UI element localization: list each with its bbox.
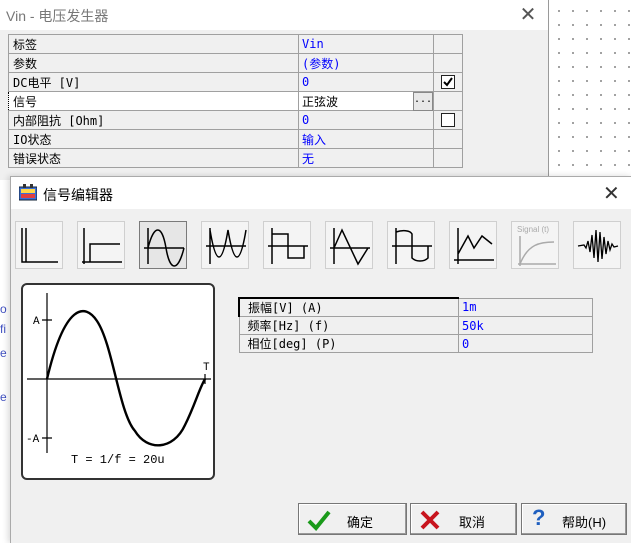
strip-letter: fi [0,322,6,336]
triangle-wave-button[interactable] [325,221,373,269]
voltage-generator-window: Vin - 电压发生器 ✕ 标签 Vin 参数 (参数) DC电平 [V] 0 … [0,0,549,180]
strip-letter: o [0,302,7,316]
property-extra [433,91,463,111]
property-value[interactable]: (参数) [298,53,434,73]
step-wave-icon [21,228,58,263]
property-value[interactable]: 无 [298,148,434,168]
abs-sine-wave-button[interactable] [201,221,249,269]
property-value[interactable]: 正弦波 ... [298,91,434,111]
dc-checkbox[interactable] [441,75,455,90]
signal-t-icon: Signal (t) [517,225,556,266]
help-label: 帮助(H) [562,515,607,530]
sine-square-wave-button[interactable] [387,221,435,269]
help-button[interactable]: ? 帮助(H) [521,503,627,535]
background-strip: o fi e e [0,180,10,542]
close-icon[interactable]: ✕ [515,3,541,27]
triangle-wave-icon [330,228,370,266]
cancel-label: 取消 [459,515,486,530]
property-value[interactable]: 0 [298,72,434,92]
signal-editor-dialog: 信号编辑器 ✕ Signal (t) A -A T T = 1/f = 20u … [10,176,631,543]
property-extra [433,34,463,54]
dialog-title-bar: 信号编辑器 ✕ [11,177,631,209]
param-key: 振幅[V] (A) [238,297,459,317]
param-key: 相位[deg] (P) [238,334,459,353]
property-key: 标签 [8,34,299,54]
cancel-button[interactable]: 取消 [410,503,517,535]
property-key: 错误状态 [8,148,299,168]
property-row-selected[interactable]: 信号 正弦波 ... [8,91,463,111]
signal-editor-icon [19,184,37,201]
property-value[interactable]: Vin [298,34,434,54]
property-key: 内部阻抗 [Ohm] [8,110,299,130]
property-extra [433,110,463,130]
waveform-preview: A -A T T = 1/f = 20u [21,283,215,480]
param-row[interactable]: 相位[deg] (P) 0 [238,334,593,353]
signal-params-table: 振幅[V] (A) 1m 频率[Hz] (f) 50k 相位[deg] (P) … [238,297,593,353]
sine-wave-button[interactable] [139,221,187,269]
property-key: IO状态 [8,129,299,149]
dialog-title: 信号编辑器 [43,187,113,203]
neg-a-label: -A [26,434,40,446]
piecewise-wave-button[interactable] [449,221,497,269]
step-wave-button[interactable] [15,221,63,269]
checkmark-icon [307,510,331,531]
property-key: 信号 [8,91,299,111]
param-key: 频率[Hz] (f) [238,316,459,335]
square-wave-icon [268,228,308,264]
close-icon[interactable]: ✕ [603,181,620,206]
strip-letter: e [0,346,7,360]
property-extra [433,148,463,168]
ok-label: 确定 [347,515,374,530]
param-value[interactable]: 0 [458,334,593,353]
a-label: A [33,316,40,328]
property-extra [433,53,463,73]
noise-wave-icon [577,229,619,263]
sine-square-wave-icon [392,228,432,264]
property-row[interactable]: 标签 Vin [8,34,463,54]
ok-button[interactable]: 确定 [298,503,407,535]
signal-t-label: Signal (t) [517,225,549,234]
window-title: Vin - 电压发生器 [6,8,109,24]
noise-wave-button[interactable] [573,221,621,269]
property-row[interactable]: IO状态 输入 [8,129,463,149]
property-row[interactable]: 错误状态 无 [8,148,463,168]
property-row[interactable]: 内部阻抗 [Ohm] 0 [8,110,463,130]
t-label: T [203,362,210,374]
property-value[interactable]: 0 [298,110,434,130]
property-row[interactable]: 参数 (参数) [8,53,463,73]
strip-letter: e [0,390,7,404]
param-value[interactable]: 50k [458,316,593,335]
property-extra [433,72,463,92]
property-key: DC电平 [V] [8,72,299,92]
square-wave-button[interactable] [263,221,311,269]
property-extra [433,129,463,149]
pulse-wave-button[interactable] [77,221,125,269]
signal-t-button[interactable]: Signal (t) [511,221,559,269]
cross-icon [420,510,440,530]
signal-value: 正弦波 [302,94,339,109]
piecewise-wave-icon [454,228,494,264]
pulse-wave-icon [82,228,122,264]
property-value[interactable]: 输入 [298,129,434,149]
title-bar: Vin - 电压发生器 ✕ [0,0,548,30]
sine-wave-icon [144,228,185,267]
impedance-checkbox[interactable] [441,113,455,128]
param-row[interactable]: 振幅[V] (A) 1m [238,297,593,317]
param-value[interactable]: 1m [458,297,593,317]
dotted-canvas [548,0,631,180]
param-row[interactable]: 频率[Hz] (f) 50k [238,316,593,335]
abs-sine-wave-icon [206,228,247,264]
property-row[interactable]: DC电平 [V] 0 [8,72,463,92]
property-table: 标签 Vin 参数 (参数) DC电平 [V] 0 信号 正弦波 ... 内部阻… [8,34,463,168]
question-mark-icon: ? [532,505,546,530]
period-formula: T = 1/f = 20u [71,453,165,467]
sine-preview-graph: A -A T T = 1/f = 20u [26,293,211,467]
ellipsis-button[interactable]: ... [413,92,433,111]
property-key: 参数 [8,53,299,73]
